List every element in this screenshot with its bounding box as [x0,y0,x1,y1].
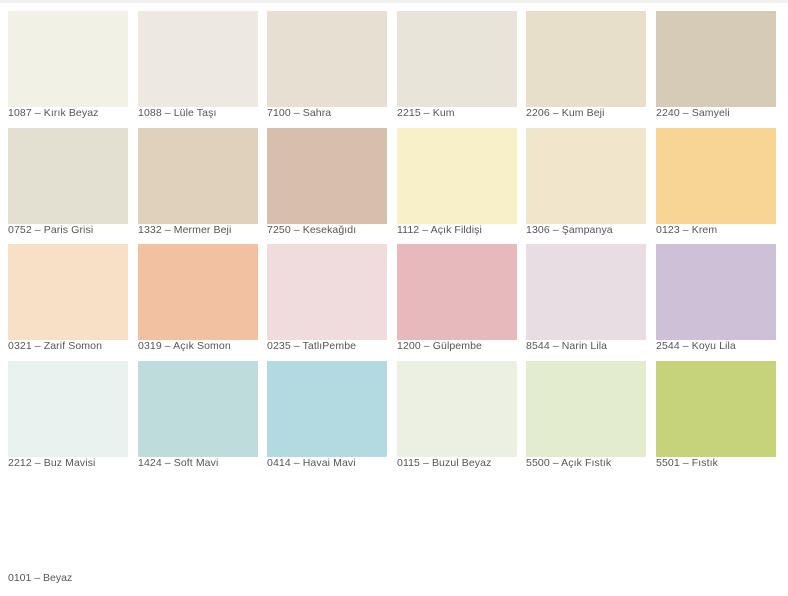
swatch-color[interactable] [526,128,646,224]
swatch-color[interactable] [656,128,776,224]
swatch-color[interactable] [8,11,128,107]
swatch-card[interactable]: 0321 – Zarif Somon [8,244,128,353]
swatch-color[interactable] [656,11,776,107]
swatch-label: 5501 – Fıstık [656,457,718,469]
swatch-label: 2206 – Kum Beji [526,107,605,119]
swatch-card[interactable]: 2206 – Kum Beji [526,11,646,120]
swatch-label: 0414 – Havai Mavi [267,457,356,469]
swatch-card[interactable]: 5500 – Açık Fıstık [526,361,646,470]
swatch-color[interactable] [397,128,517,224]
swatch-card[interactable]: 1088 – Lüle Taşı [138,11,258,120]
swatch-label: 1332 – Mermer Beji [138,224,232,236]
swatch-label: 1306 – Şampanya [526,224,613,236]
swatch-card[interactable]: 1306 – Şampanya [526,128,646,237]
swatch-card[interactable]: 1424 – Soft Mavi [138,361,258,470]
swatch-label: 1112 – Açık Fildişi [397,224,482,236]
swatch-card[interactable]: 7100 – Sahra [267,11,387,120]
swatch-card[interactable]: 7250 – Kesekağıdı [267,128,387,237]
swatch-color[interactable] [138,244,258,340]
swatch-label: 8544 – Narin Lila [526,340,608,352]
swatch-card[interactable]: 0115 – Buzul Beyaz [397,361,517,470]
swatch-card[interactable]: 0414 – Havai Mavi [267,361,387,470]
swatch-color[interactable] [656,244,776,340]
swatch-label: 1424 – Soft Mavi [138,457,219,469]
swatch-color[interactable] [138,128,258,224]
swatch-label: 5500 – Açık Fıstık [526,457,612,469]
swatch-card[interactable]: 2215 – Kum [397,11,517,120]
swatch-card[interactable]: 1332 – Mermer Beji [138,128,258,237]
swatch-color[interactable] [138,11,258,107]
swatch-color[interactable] [526,361,646,457]
swatch-label: 1088 – Lüle Taşı [138,107,217,119]
swatch-label: 2240 – Samyeli [656,107,730,119]
swatch-card[interactable]: 2240 – Samyeli [656,11,776,120]
swatch-color[interactable] [526,244,646,340]
swatch-label: 0319 – Açık Somon [138,340,231,352]
swatch-label-beyaz: 0101 – Beyaz [8,572,73,584]
swatch-color[interactable] [267,128,387,224]
swatch-card[interactable]: 0752 – Paris Grisi [8,128,128,237]
swatch-color[interactable] [526,11,646,107]
swatch-card[interactable]: 1087 – Kırık Beyaz [8,11,128,120]
swatch-card[interactable]: 0235 – TatlıPembe [267,244,387,353]
swatch-label: 0752 – Paris Grisi [8,224,94,236]
swatch-color[interactable] [397,361,517,457]
swatch-label: 7100 – Sahra [267,107,332,119]
swatch-color[interactable] [656,361,776,457]
swatch-color[interactable] [8,361,128,457]
swatch-card[interactable]: 8544 – Narin Lila [526,244,646,353]
swatch-label: 0321 – Zarif Somon [8,340,103,352]
swatch-label: 2212 – Buz Mavisi [8,457,96,469]
swatch-label: 1200 – Gülpembe [397,340,482,352]
swatch-card[interactable]: 0123 – Krem [656,128,776,237]
swatch-label: 0235 – TatlıPembe [267,340,357,352]
swatch-card[interactable]: 2544 – Koyu Lila [656,244,776,353]
swatch-card[interactable]: 1200 – Gülpembe [397,244,517,353]
swatch-color[interactable] [8,244,128,340]
swatch-label: 1087 – Kırık Beyaz [8,107,99,119]
swatch-card[interactable]: 5501 – Fıstık [656,361,776,470]
swatch-color[interactable] [397,11,517,107]
swatch-color[interactable] [397,244,517,340]
swatch-card[interactable]: 1112 – Açık Fildişi [397,128,517,237]
swatch-label: 0115 – Buzul Beyaz [397,457,492,469]
swatch-color[interactable] [138,361,258,457]
swatch-label: 7250 – Kesekağıdı [267,224,357,236]
top-divider [0,0,788,3]
swatch-color[interactable] [267,11,387,107]
swatch-label: 2544 – Koyu Lila [656,340,736,352]
swatch-label: 0123 – Krem [656,224,718,236]
swatch-color[interactable] [267,361,387,457]
swatch-card[interactable]: 2212 – Buz Mavisi [8,361,128,470]
swatch-label: 2215 – Kum [397,107,455,119]
swatch-card[interactable]: 0319 – Açık Somon [138,244,258,353]
swatch-color[interactable] [8,128,128,224]
swatch-color[interactable] [267,244,387,340]
